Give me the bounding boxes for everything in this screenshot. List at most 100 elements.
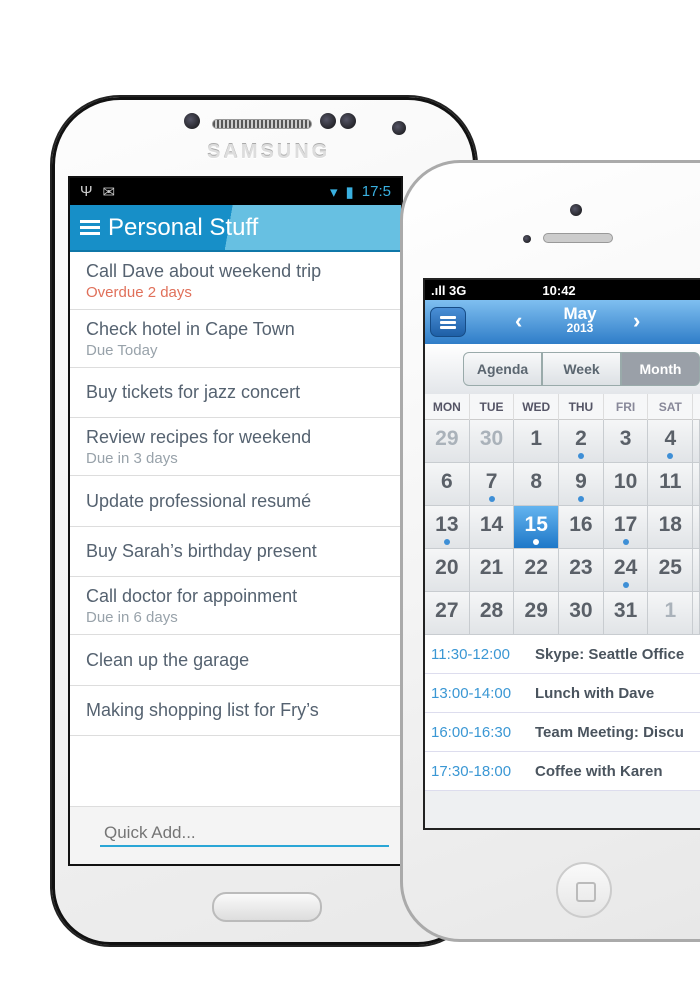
year: 2013: [566, 321, 594, 335]
quick-add-input[interactable]: [100, 821, 389, 847]
camera-icon: [184, 113, 200, 129]
calendar-day[interactable]: [693, 506, 700, 549]
calendar-day[interactable]: 22: [514, 549, 560, 592]
speaker-grille: [212, 119, 312, 129]
android-screen: Ψ ✉ ▾ ▮ 17:5 Personal Stuff Call Dave abou…: [68, 176, 403, 866]
calendar-day[interactable]: 2: [559, 420, 604, 463]
task-title: Call Dave about weekend trip: [86, 260, 322, 281]
calendar-day[interactable]: 11: [648, 463, 694, 506]
calendar-day[interactable]: 4: [648, 420, 694, 463]
calendar-day[interactable]: 16: [559, 506, 604, 549]
calendar-day[interactable]: 15: [514, 506, 560, 549]
weekday-label: TUE: [470, 394, 515, 420]
event-row[interactable]: 11:30-12:00 Skype: Seattle Office: [425, 635, 700, 674]
status-bar: Ψ ✉ ▾ ▮ 17:5: [70, 178, 401, 205]
task-item[interactable]: Review recipes for weekend Due in 3 days: [70, 418, 401, 476]
task-due: Due in 3 days: [86, 449, 178, 467]
event-row[interactable]: 16:00-16:30 Team Meeting: Discu: [425, 713, 700, 752]
task-item[interactable]: Check hotel in Cape Town Due Today: [70, 310, 401, 368]
calendar-day[interactable]: 1: [514, 420, 560, 463]
calendar-day[interactable]: 17: [603, 506, 649, 549]
calendar-day[interactable]: 29: [425, 420, 470, 463]
event-row[interactable]: 13:00-14:00 Lunch with Dave: [425, 674, 700, 713]
calendar-day[interactable]: 31: [603, 592, 649, 635]
front-camera-icon: [570, 204, 582, 216]
weekday-label: WED: [514, 394, 560, 420]
weekday-label: SAT: [648, 394, 694, 420]
task-item[interactable]: Buy Sarah’s birthday present: [70, 527, 401, 577]
home-button[interactable]: [556, 862, 612, 918]
calendar-day[interactable]: 6: [425, 463, 470, 506]
calendar-day[interactable]: [693, 463, 700, 506]
status-time: 10:42: [542, 282, 576, 298]
calendar-day[interactable]: 3: [603, 420, 649, 463]
calendar-day[interactable]: 30: [559, 592, 604, 635]
task-item[interactable]: Clean up the garage: [70, 635, 401, 686]
task-item[interactable]: Call Dave about weekend trip Overdue 2 da…: [70, 252, 401, 310]
calendar-day[interactable]: 20: [425, 549, 470, 592]
task-title: Clean up the garage: [86, 649, 250, 670]
menu-button[interactable]: [430, 307, 466, 337]
event-row[interactable]: 17:30-18:00 Coffee with Karen: [425, 752, 700, 791]
tab-agenda[interactable]: Agenda: [463, 352, 542, 386]
calendar-day[interactable]: 28: [469, 592, 515, 635]
calendar-day[interactable]: 30: [469, 420, 515, 463]
prev-month-button[interactable]: ‹: [515, 308, 522, 334]
task-due: Due Today: [86, 341, 158, 359]
calendar-day[interactable]: 10: [603, 463, 649, 506]
calendar-day[interactable]: 13: [425, 506, 470, 549]
event-title: Skype: Seattle Office: [535, 645, 685, 663]
iphone-screen: .ıll 3G 10:42 ‹ May 2013 › Agenda Week Mo…: [423, 278, 700, 830]
weekday-header: MON TUE WED THU FRI SAT: [425, 394, 700, 420]
front-camera-icon: [392, 121, 406, 135]
event-list: 11:30-12:00 Skype: Seattle Office 13:00-14…: [425, 635, 700, 791]
usb-icon: Ψ: [80, 183, 93, 200]
task-due: Due in 6 days: [86, 608, 178, 626]
event-title: Coffee with Karen: [535, 762, 663, 780]
calendar-day[interactable]: 21: [469, 549, 515, 592]
event-dot-icon: [622, 582, 629, 588]
event-dot-icon: [667, 453, 674, 459]
app-header: Personal Stuff: [70, 205, 401, 252]
calendar-day[interactable]: 29: [514, 592, 560, 635]
signal-indicator: .ıll 3G: [431, 282, 467, 298]
calendar-day[interactable]: 8: [514, 463, 560, 506]
calendar-day[interactable]: 7: [469, 463, 515, 506]
calendar-day[interactable]: 23: [559, 549, 604, 592]
calendar-day[interactable]: 14: [469, 506, 515, 549]
calendar-day[interactable]: [693, 420, 700, 463]
event-time: 13:00-14:00: [431, 684, 512, 702]
task-item[interactable]: Buy tickets for jazz concert: [70, 368, 401, 418]
event-dot-icon: [577, 453, 584, 459]
task-title: Buy Sarah’s birthday present: [86, 541, 317, 561]
calendar-day[interactable]: 9: [559, 463, 604, 506]
weekday-label: FRI: [604, 394, 649, 420]
mail-icon: ✉: [102, 183, 116, 201]
calendar-day[interactable]: 1: [648, 592, 694, 635]
task-due: Overdue 2 days: [86, 283, 192, 301]
event-dot-icon: [622, 539, 629, 545]
task-item[interactable]: Making shopping list for Fry’s: [70, 686, 401, 736]
task-item[interactable]: Call doctor for appoinment Due in 6 days: [70, 577, 401, 635]
calendar-day[interactable]: 18: [648, 506, 694, 549]
task-title: Making shopping list for Fry’s: [86, 700, 319, 720]
menu-icon[interactable]: [80, 220, 100, 235]
calendar-day[interactable]: [693, 549, 700, 592]
calendar-day[interactable]: [693, 592, 700, 635]
list-title: Personal Stuff: [108, 213, 259, 241]
calendar-day[interactable]: 25: [648, 549, 694, 592]
wifi-icon: ▾: [330, 183, 338, 201]
tab-month[interactable]: Month: [621, 352, 700, 386]
next-month-button[interactable]: ›: [633, 308, 640, 334]
status-bar: .ıll 3G 10:42: [425, 280, 700, 300]
tab-week[interactable]: Week: [542, 352, 621, 386]
calendar-day[interactable]: 27: [425, 592, 470, 635]
event-time: 17:30-18:00: [431, 762, 512, 780]
task-item[interactable]: Update professional resumé: [70, 476, 401, 527]
earpiece: [543, 233, 613, 243]
weekday-label: MON: [425, 394, 470, 420]
event-title: Lunch with Dave: [535, 684, 655, 702]
calendar-day[interactable]: 24: [603, 549, 649, 592]
quick-add-bar: [70, 806, 401, 864]
home-button[interactable]: [212, 892, 322, 922]
